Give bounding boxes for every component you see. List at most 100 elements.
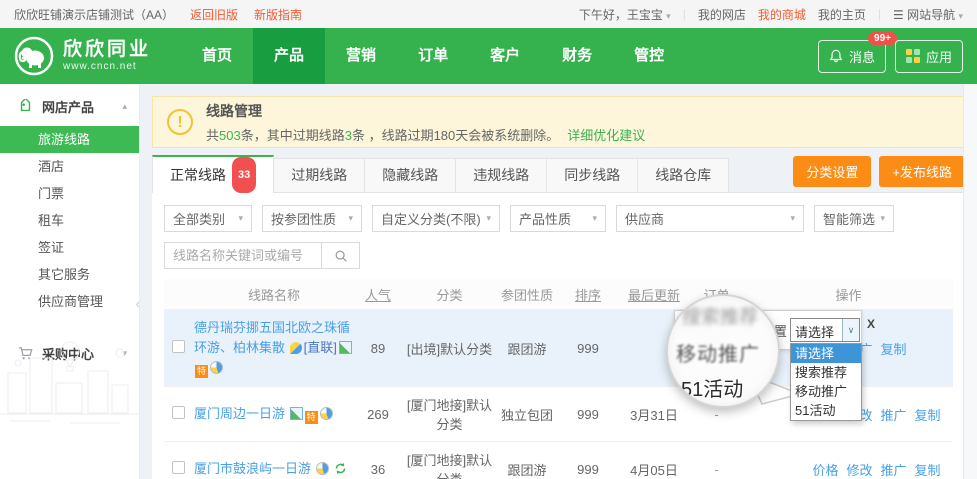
apps-label: 应用 (926, 47, 952, 66)
promotion-options-listbox: 请选择 搜索推荐 移动推广 51活动 (790, 343, 862, 421)
header-last-updated[interactable]: 最后更新 (619, 285, 689, 304)
nav-item-customers[interactable]: 客户 (469, 28, 541, 84)
elephant-logo-icon (14, 36, 54, 76)
filter-label: 按参团性质 (271, 209, 336, 228)
nav-item-orders[interactable]: 订单 (397, 28, 469, 84)
filter-supplier[interactable]: 供应商▾ (616, 205, 804, 232)
nav-item-finance[interactable]: 财务 (541, 28, 613, 84)
tab-synced-routes[interactable]: 同步线路 (546, 158, 638, 192)
photo-icon (339, 341, 352, 354)
nav-item-home[interactable]: 首页 (181, 28, 253, 84)
sidebar-item-visa[interactable]: 签证 (0, 234, 139, 261)
header-sort[interactable]: 排序 (557, 285, 619, 304)
tab-label: 正常线路 (170, 158, 226, 192)
publish-route-button[interactable]: +发布线路 (879, 156, 965, 187)
user-greeting-menu[interactable]: 下午好，王宝宝 ▾ (579, 6, 671, 23)
alert-text: 共503条，其中过期线路3条 ，线路过期180天会被系统删除。详细优化建议 (206, 125, 645, 144)
sidebar-item-car-rental[interactable]: 租车 (0, 207, 139, 234)
group-type-value: 跟团游 (497, 460, 557, 479)
filter-smart[interactable]: 智能筛选▾ (814, 205, 894, 232)
sidebar-item-other-services[interactable]: 其它服务 (0, 261, 139, 288)
hamburger-icon: ☰ (893, 8, 904, 22)
apps-grid-icon (906, 49, 920, 63)
sidebar-group-shop-products[interactable]: 网店产品 ▴ (0, 84, 139, 126)
messages-count-badge: 99+ (868, 32, 897, 45)
category-settings-button[interactable]: 分类设置 (793, 156, 871, 187)
chevron-down-icon: ▾ (958, 11, 963, 21)
sidebar-item-hotel[interactable]: 酒店 (0, 153, 139, 180)
copy-link[interactable]: 复制 (915, 460, 941, 479)
filter-label: 全部类别 (173, 209, 225, 228)
filter-group-type[interactable]: 按参团性质▾ (262, 205, 362, 232)
tab-hidden-routes[interactable]: 隐藏线路 (364, 158, 456, 192)
sidebar-item-tickets[interactable]: 门票 (0, 180, 139, 207)
sidebar-item-supplier-management[interactable]: 供应商管理 (0, 288, 139, 315)
option-search-recommend[interactable]: 搜索推荐 (791, 363, 861, 382)
option-please-select[interactable]: 请选择 (791, 344, 861, 363)
brand-block: 欣欣同业 www.cncn.net (63, 40, 151, 72)
route-title-link[interactable]: 厦门市鼓浪屿一日游 (194, 461, 311, 476)
route-search-input[interactable] (164, 242, 322, 269)
route-title-cell: 厦门周边一日游 特 (194, 404, 354, 424)
row-checkbox[interactable] (172, 340, 185, 353)
my-homepage-link[interactable]: 我的主页 (818, 6, 866, 23)
row-actions: 价格 修改 推广 复制 (744, 460, 953, 479)
my-mall-link[interactable]: 我的商城 (758, 6, 806, 23)
tabs-actions: 分类设置 +发布线路 (793, 156, 965, 192)
search-icon (334, 249, 348, 263)
promotion-position-select[interactable]: 请选择 ∨ (790, 318, 860, 342)
bell-icon (829, 49, 843, 63)
edit-link[interactable]: 修改 (846, 460, 872, 479)
route-count: 503 (219, 128, 241, 143)
header-popularity[interactable]: 人气 (354, 285, 402, 304)
nav-item-marketing[interactable]: 营销 (325, 28, 397, 84)
tab-expired-routes[interactable]: 过期线路 (273, 158, 365, 192)
tab-normal-routes[interactable]: 正常线路 33 (152, 155, 274, 193)
row-checkbox[interactable] (172, 406, 185, 419)
tab-route-warehouse[interactable]: 线路仓库 (637, 158, 729, 192)
new-version-guide-link[interactable]: 新版指南 (254, 6, 302, 23)
filter-label: 产品性质 (519, 209, 571, 228)
price-link[interactable]: 价格 (812, 460, 838, 479)
magnified-text: 51活动 (681, 373, 743, 402)
filter-all-categories[interactable]: 全部类别▾ (164, 205, 252, 232)
nav-item-control[interactable]: 管控 (613, 28, 685, 84)
my-shop-link[interactable]: 我的网店 (698, 6, 746, 23)
chevron-down-icon: ▾ (666, 11, 671, 21)
row-checkbox[interactable] (172, 461, 185, 474)
promote-link[interactable]: 推广 (881, 405, 907, 424)
tag-icon (18, 99, 33, 114)
greeting-text: 下午好，王宝宝 (579, 8, 663, 22)
apps-button[interactable]: 应用 (895, 40, 963, 73)
special-offer-icon: 特 (195, 365, 208, 378)
nav-item-products[interactable]: 产品 (253, 28, 325, 84)
sort-value: 999 (557, 462, 619, 477)
search-button[interactable] (322, 242, 360, 269)
copy-link[interactable]: 复制 (915, 405, 941, 424)
table-header-row: 线路名称 人气 分类 参团性质 排序 最后更新 订单 操作 (164, 279, 953, 309)
top-utility-bar: 欣欣旺铺演示店铺测试（AA） 返回旧版 新版指南 下午好，王宝宝 ▾ | 我的网… (0, 0, 977, 28)
special-offer-icon: 特 (305, 411, 318, 424)
route-title-link[interactable]: 厦门周边一日游 (194, 406, 285, 421)
brand-name: 欣欣同业 (63, 40, 151, 61)
sidebar-item-tour-routes[interactable]: 旅游线路 (0, 126, 139, 153)
table-row: 厦门市鼓浪屿一日游 36 [厦门地接]默认分类 跟团游 999 4月05日 - … (164, 441, 953, 479)
copy-link[interactable]: 复制 (881, 339, 907, 358)
warning-icon: ! (167, 109, 193, 135)
close-icon[interactable]: X (867, 317, 875, 331)
tab-count-badge: 33 (232, 157, 256, 193)
promote-link[interactable]: 推广 (881, 460, 907, 479)
group-label: 网店产品 (42, 97, 94, 116)
filter-label: 自定义分类(不限) (381, 209, 481, 228)
search-row (164, 242, 953, 269)
sidebar-collapse-handle[interactable]: ‹ (136, 296, 140, 311)
tab-violation-routes[interactable]: 违规线路 (455, 158, 547, 192)
filter-product-type[interactable]: 产品性质▾ (510, 205, 606, 232)
option-51-activity[interactable]: 51活动 (791, 401, 861, 420)
filter-custom-category[interactable]: 自定义分类(不限)▾ (372, 205, 500, 232)
messages-button[interactable]: 消息 99+ (818, 40, 886, 73)
optimization-advice-link[interactable]: 详细优化建议 (567, 128, 645, 143)
option-mobile-promotion[interactable]: 移动推广 (791, 382, 861, 401)
site-nav-menu[interactable]: ☰ 网站导航 ▾ (893, 6, 963, 23)
back-to-old-link[interactable]: 返回旧版 (190, 6, 238, 23)
